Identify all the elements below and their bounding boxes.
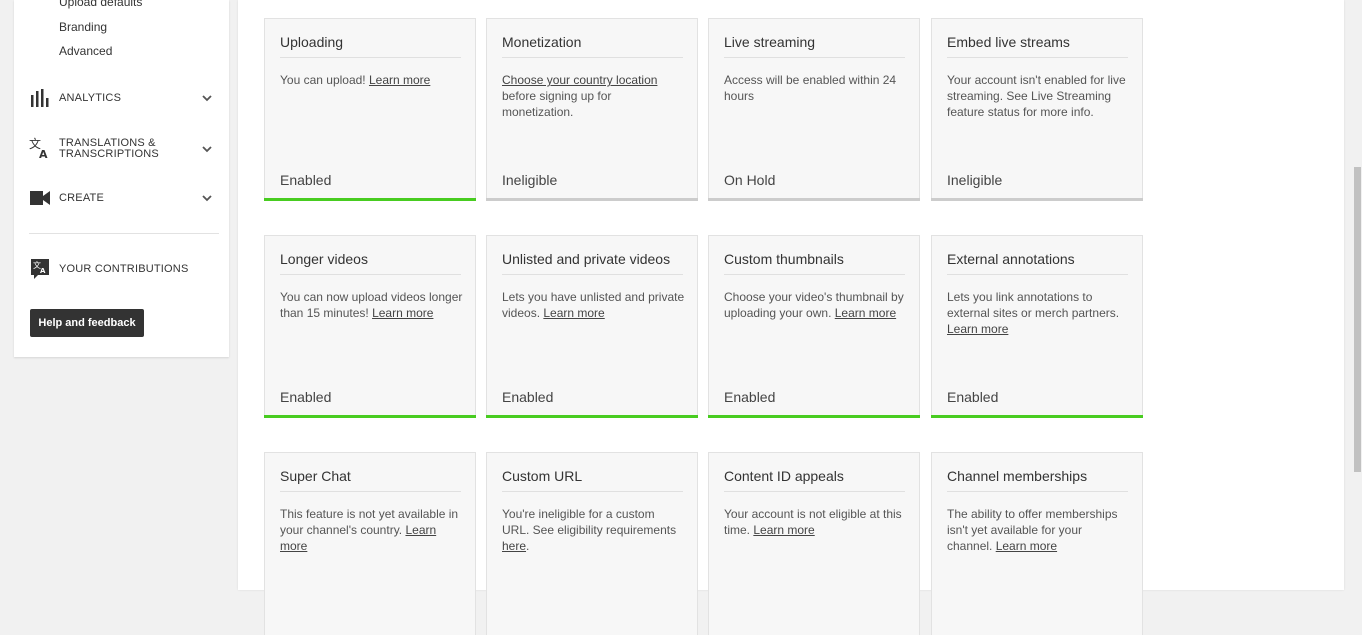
contributions-icon: 文A <box>29 258 51 280</box>
feature-card: Super Chat This feature is not yet availa… <box>264 452 476 635</box>
learn-more-link[interactable]: Learn more <box>996 539 1057 553</box>
feature-card-title: Monetization <box>502 34 683 58</box>
feature-card-status: Enabled <box>280 172 332 188</box>
learn-more-link[interactable]: Learn more <box>280 523 436 553</box>
feature-card-title: Uploading <box>280 34 461 58</box>
sidebar-link-upload-defaults[interactable]: Upload defaults <box>59 0 142 9</box>
learn-more-link[interactable]: Learn more <box>947 322 1008 336</box>
learn-more-link[interactable]: Learn more <box>369 73 430 87</box>
feature-card-title: Live streaming <box>724 34 905 58</box>
learn-more-link[interactable]: Learn more <box>372 306 433 320</box>
sidebar-label-create: CREATE <box>59 192 105 204</box>
sidebar-item-translations[interactable]: 文A TRANSLATIONS & TRANSCRIPTIONS <box>14 137 229 161</box>
feature-card-title: External annotations <box>947 251 1128 275</box>
feature-card-title: Embed live streams <box>947 34 1128 58</box>
feature-card-status: Ineligible <box>947 172 1003 188</box>
sidebar-link-branding[interactable]: Branding <box>59 20 107 34</box>
sidebar-divider <box>29 233 219 234</box>
video-camera-icon <box>29 187 51 209</box>
feature-card-status-bar <box>708 198 920 201</box>
feature-card: Embed live streams Your account isn't ena… <box>931 18 1143 201</box>
learn-more-link[interactable]: Learn more <box>753 523 814 537</box>
feature-card-description: You can upload! Learn more <box>280 73 431 87</box>
help-and-feedback-button[interactable]: Help and feedback <box>30 309 144 337</box>
feature-card-status-bar <box>931 415 1143 418</box>
learn-more-link[interactable]: Choose your country location <box>502 73 657 87</box>
feature-card-description: You're ineligible for a custom URL. See … <box>502 507 677 553</box>
feature-card-status: On Hold <box>724 172 776 188</box>
feature-card-status: Enabled <box>724 389 776 405</box>
sidebar: Upload defaults Branding Advanced ANALYT… <box>14 0 229 357</box>
svg-text:A: A <box>39 148 48 159</box>
sidebar-item-analytics[interactable]: ANALYTICS <box>14 87 229 109</box>
feature-card-title: Custom URL <box>502 468 683 492</box>
feature-card-status-bar <box>708 415 920 418</box>
feature-card-status-bar <box>486 415 698 418</box>
feature-card-title: Unlisted and private videos <box>502 251 683 275</box>
feature-card: Content ID appeals Your account is not el… <box>708 452 920 635</box>
feature-card-status-bar <box>264 198 476 201</box>
chevron-down-icon[interactable] <box>200 91 214 105</box>
sidebar-item-contributions[interactable]: 文A YOUR CONTRIBUTIONS <box>14 258 229 280</box>
feature-card-title: Longer videos <box>280 251 461 275</box>
learn-more-link[interactable]: here <box>502 539 526 553</box>
feature-card-status: Enabled <box>280 389 332 405</box>
feature-card: Unlisted and private videos Lets you have… <box>486 235 698 418</box>
feature-card-status-bar <box>486 198 698 201</box>
feature-card: Longer videos You can now upload videos l… <box>264 235 476 418</box>
svg-text:A: A <box>40 267 46 275</box>
chevron-down-icon[interactable] <box>200 142 214 156</box>
feature-card-title: Super Chat <box>280 468 461 492</box>
main-content: Uploading You can upload! Learn more Enabl… <box>238 0 1344 635</box>
feature-card: Monetization Choose your country location… <box>486 18 698 201</box>
scrollbar-thumb[interactable] <box>1354 167 1361 472</box>
feature-card-title: Channel memberships <box>947 468 1128 492</box>
feature-card: Live streaming Access will be enabled wit… <box>708 18 920 201</box>
feature-card-status: Enabled <box>947 389 999 405</box>
feature-card-description: Access will be enabled within 24 hours <box>724 73 897 103</box>
feature-card: Channel memberships The ability to offer … <box>931 452 1143 635</box>
feature-card-title: Custom thumbnails <box>724 251 905 275</box>
feature-card-description: Choose your country location before sign… <box>502 73 658 119</box>
feature-card-status-bar <box>264 415 476 418</box>
feature-card-description: Your account is not eligible at this tim… <box>724 507 902 537</box>
feature-card-status: Enabled <box>502 389 554 405</box>
feature-card-description: Choose your video's thumbnail by uploadi… <box>724 290 904 320</box>
feature-card-status: Ineligible <box>502 172 558 188</box>
feature-card-description: The ability to offer memberships isn't y… <box>947 507 1118 553</box>
feature-card: Uploading You can upload! Learn more Enabl… <box>264 18 476 201</box>
sidebar-label-analytics: ANALYTICS <box>59 92 122 104</box>
sidebar-item-create[interactable]: CREATE <box>14 187 229 209</box>
learn-more-link[interactable]: Learn more <box>543 306 604 320</box>
sidebar-link-advanced[interactable]: Advanced <box>59 44 112 58</box>
feature-card: Custom thumbnails Choose your video's thu… <box>708 235 920 418</box>
feature-card-description: Lets you have unlisted and private video… <box>502 290 685 320</box>
feature-card-title: Content ID appeals <box>724 468 905 492</box>
sidebar-label-contributions: YOUR CONTRIBUTIONS <box>59 263 189 275</box>
translate-icon: 文A <box>29 137 51 159</box>
chevron-down-icon[interactable] <box>200 191 214 205</box>
feature-card-description: You can now upload videos longer than 15… <box>280 290 463 320</box>
feature-card-description: Lets you link annotations to external si… <box>947 290 1120 336</box>
feature-card-status-bar <box>931 198 1143 201</box>
feature-card-description: Your account isn't enabled for live stre… <box>947 73 1126 119</box>
sidebar-label-translations-2: TRANSCRIPTIONS <box>59 148 159 160</box>
feature-card: External annotations Lets you link annota… <box>931 235 1143 418</box>
feature-card-description: This feature is not yet available in you… <box>280 507 459 553</box>
learn-more-link[interactable]: Learn more <box>835 306 896 320</box>
feature-card: Custom URL You're ineligible for a custom… <box>486 452 698 635</box>
analytics-icon <box>29 87 51 109</box>
